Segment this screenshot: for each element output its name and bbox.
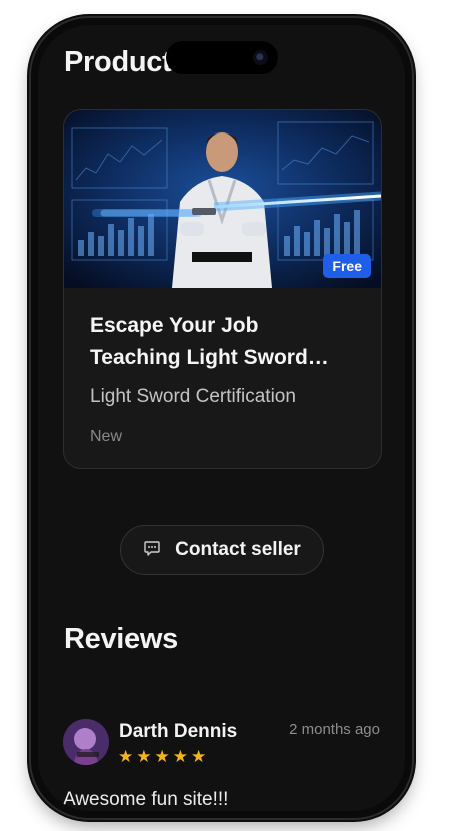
contact-seller-button[interactable]: Contact seller: [120, 525, 324, 575]
phone-screen: Product Free Escape Your Job Teaching Li…: [38, 25, 405, 811]
review-text: Awesome fun site!!!: [63, 789, 229, 810]
product-title-line: Teaching Light Sword…: [90, 346, 329, 369]
star-icon: ★: [191, 747, 207, 766]
chat-icon: [143, 539, 161, 562]
section-title-reviews: Reviews: [64, 623, 178, 655]
phone-side-button: [412, 270, 416, 360]
product-subtitle: Light Sword Certification: [90, 386, 296, 407]
camera-icon: [253, 50, 268, 65]
star-rating: ★ ★ ★ ★ ★: [118, 748, 206, 765]
star-icon: ★: [136, 747, 152, 766]
price-badge: Free: [323, 254, 371, 278]
product-condition: New: [90, 428, 123, 445]
product-title-line: Escape Your Job: [90, 314, 259, 337]
star-icon: ★: [154, 747, 170, 766]
dynamic-island: [166, 41, 278, 74]
product-image: Free: [64, 110, 381, 288]
review-time: 2 months ago: [289, 721, 380, 738]
star-icon: ★: [172, 747, 188, 766]
section-title-products: Product: [64, 46, 172, 78]
reviewer-name: Darth Dennis: [119, 721, 238, 742]
contact-seller-label: Contact seller: [175, 539, 301, 560]
star-icon: ★: [118, 747, 134, 766]
product-title: Escape Your Job Teaching Light Sword…: [90, 310, 360, 374]
avatar: [63, 719, 109, 765]
product-card[interactable]: Free Escape Your Job Teaching Light Swor…: [63, 109, 382, 469]
